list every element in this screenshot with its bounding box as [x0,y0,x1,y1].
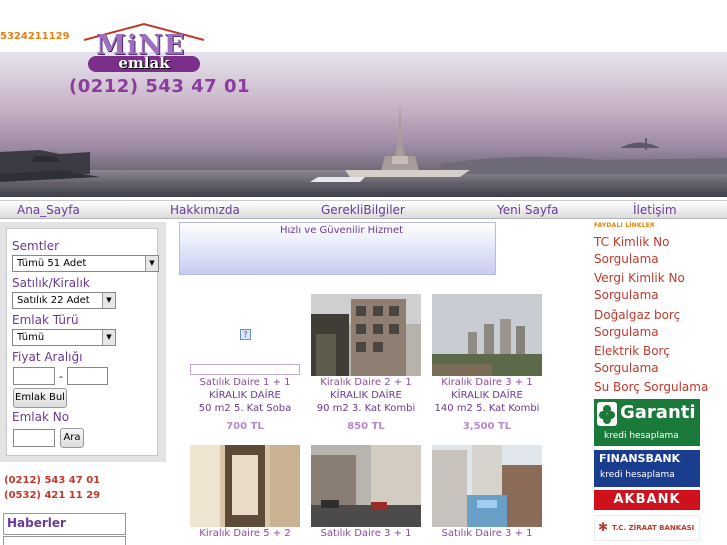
listing-title[interactable]: Kiralık Daire 2 + 1 [310,376,422,389]
listing-photo[interactable] [432,294,542,376]
listing-type: KİRALIK DAİRE [451,390,523,401]
listing-card[interactable]: Kiralık Daire 2 + 1 KİRALIK DAİRE 90 m2 … [310,294,422,433]
semtler-select[interactable]: Tümü 51 Adet ▼ [12,255,159,272]
link-vergi-kimlik[interactable]: Vergi Kimlik No Sorgulama [594,270,694,304]
emlak-turu-label: Emlak Türü [12,313,79,327]
link-su-borc[interactable]: Su Borç Sorgulama [594,379,724,396]
listing-price: 850 TL [347,421,385,432]
nav-gerekli-bilgiler[interactable]: GerekliBilgiler [321,203,405,217]
haberler-box [3,536,126,545]
listing-details: 140 m2 5. Kat Kombi [434,403,540,414]
akbank-banner[interactable]: AKBANK [594,490,700,510]
max-price-input[interactable] [67,367,108,385]
emlak-no-input[interactable] [13,429,55,447]
nav-yeni-sayfa[interactable]: Yeni Sayfa [497,203,559,217]
useful-links-title: FAYDALI LİNKLER [594,222,655,229]
listing-photo[interactable] [190,445,300,527]
listing-type: KİRALIK DAİRE [209,390,281,401]
emlak-no-label: Emlak No [12,410,70,424]
logo-emlak: emlak [88,56,200,72]
finansbank-name: FINANSBANK [599,452,681,465]
finansbank-subtitle: kredi hesaplama [600,470,675,480]
link-elektrik[interactable]: Elektrik Borç Sorgulama [594,343,694,377]
ziraat-banner[interactable]: ✱ T.C. ZİRAAT BANKASI [594,515,700,541]
listing-details: 50 m2 5. Kat Soba [198,403,292,414]
chevron-down-icon: ▼ [102,293,115,308]
garanti-name: Garanti [620,402,696,423]
listing-title[interactable]: Satılık Daire 3 + 1 [431,527,543,540]
listing-card[interactable]: Kiralık Daire 5 + 2 [189,445,301,540]
listing-photo[interactable] [311,445,421,527]
listing-title[interactable]: Satılık Daire 3 + 1 [310,527,422,540]
fiyat-araligi-label: Fiyat Aralığı [12,350,83,364]
listing-price: 700 TL [226,421,264,432]
satilik-kiralik-label: Satılık/Kiralık [12,276,90,290]
contact-phone-2: (0532) 421 11 29 [4,490,101,501]
finansbank-banner[interactable]: FINANSBANK kredi hesaplama [594,450,700,487]
nav-ana-sayfa[interactable]: Ana_Sayfa [17,203,80,217]
main-nav: Ana_Sayfa Hakkımızda GerekliBilgiler Yen… [0,200,727,219]
haberler-header: Haberler [3,513,126,535]
broken-image-icon: ? [240,329,251,340]
garanti-subtitle: kredi hesaplama [604,431,679,441]
search-panel-inner: Semtler Tümü 51 Adet ▼ Satılık/Kiralık S… [6,228,159,456]
chevron-down-icon: ▼ [102,330,115,345]
listing-title[interactable]: Kiralık Daire 5 + 2 [189,527,301,540]
contact-phone-1: (0212) 543 47 01 [4,475,101,486]
listing-photo[interactable] [311,294,421,376]
search-panel: Semtler Tümü 51 Adet ▼ Satılık/Kiralık S… [0,222,166,462]
satilik-kiralik-select-value: Satılık 22 Adet [17,295,90,306]
emlak-turu-select[interactable]: Tümü ▼ [12,329,116,346]
listing-details: 90 m2 3. Kat Kombi [316,403,416,414]
listing-card[interactable]: Satılık Daire 3 + 1 [310,445,422,540]
emlak-turu-select-value: Tümü [17,332,45,343]
semtler-label: Semtler [12,239,60,253]
page: 5324211129 MiNE emlak (0212) 543 47 01 A… [0,0,727,545]
listing-photo[interactable] [432,445,542,527]
slogan-banner: Hızlı ve Güvenilir Hizmet [179,222,496,275]
listing-card[interactable]: Satılık Daire 3 + 1 [431,445,543,540]
header-phone: (0212) 543 47 01 [69,76,251,97]
nav-iletisim[interactable]: İletişim [633,203,677,217]
min-price-input[interactable] [13,367,55,385]
garanti-clover-icon [597,402,617,426]
emlak-bul-button[interactable]: Emlak Bul [13,388,67,408]
listing-title[interactable]: Satılık Daire 1 + 1 [189,376,301,389]
price-range-dash: - [59,370,63,383]
ziraat-name: T.C. ZİRAAT BANKASI [612,524,695,532]
link-dogalgaz[interactable]: Doğalgaz borç Sorgulama [594,307,694,341]
chevron-down-icon: ▼ [145,256,158,271]
listing-card[interactable]: ? Satılık Daire 1 + 1 KİRALIK DAİRE 50 m… [189,294,301,433]
listing-card[interactable]: Kiralık Daire 3 + 1 KİRALIK DAİRE 140 m2… [431,294,543,433]
listing-type: KİRALIK DAİRE [330,390,402,401]
link-tc-kimlik[interactable]: TC Kimlik No Sorgulama [594,234,694,268]
top-phone: 5324211129 [0,31,70,42]
photo-frame [190,364,300,375]
mine-emlak-logo[interactable]: MiNE emlak [82,22,206,74]
garanti-banner[interactable]: Garanti kredi hesaplama [594,399,700,446]
nav-hakkimizda[interactable]: Hakkımızda [170,203,240,217]
akbank-name: AKBANK [613,492,681,507]
ziraat-emblem-icon: ✱ [598,520,609,534]
semtler-select-value: Tümü 51 Adet [17,258,87,269]
slogan-text: Hızlı ve Güvenilir Hizmet [280,225,404,236]
listing-title[interactable]: Kiralık Daire 3 + 1 [431,376,543,389]
ara-button[interactable]: Ara [60,428,84,448]
satilik-kiralik-select[interactable]: Satılık 22 Adet ▼ [12,292,116,309]
listing-price: 3,500 TL [462,421,512,432]
listing-photo-missing[interactable]: ? [190,294,300,376]
